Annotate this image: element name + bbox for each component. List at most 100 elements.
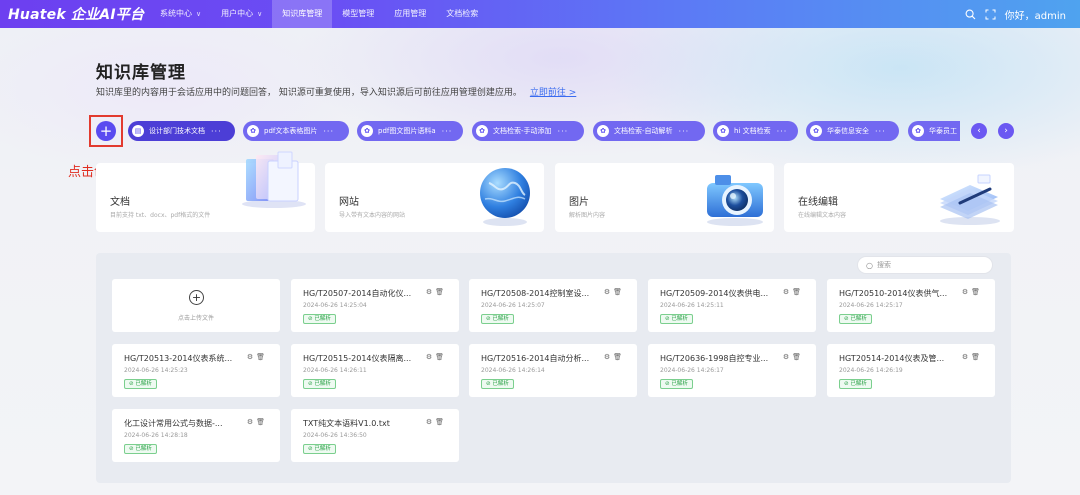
file-card[interactable]: HG/T20508-2014控制室设... ⚙🗑 2024-06-26 14:2…	[469, 279, 637, 332]
trash-icon[interactable]: 🗑	[792, 353, 804, 361]
nav-system-center[interactable]: 系统中心 ∨	[150, 0, 211, 28]
kb-icon: ✿	[476, 125, 488, 137]
file-time: 2024-06-26 14:25:04	[303, 302, 367, 309]
source-card-title: 图片	[569, 197, 589, 208]
settings-icon[interactable]: ⚙	[604, 288, 613, 296]
settings-icon[interactable]: ⚙	[426, 418, 435, 426]
settings-icon[interactable]: ⚙	[426, 288, 435, 296]
source-card-image[interactable]: 图片 解析图片内容	[555, 163, 774, 232]
source-card-website[interactable]: 网站 导入带有文本内容的网站	[325, 163, 544, 232]
book-icon: ▤	[132, 125, 144, 137]
file-name: HG/T20516-2014自动分析...	[481, 354, 590, 363]
more-icon[interactable]: ···	[875, 127, 886, 136]
trash-icon[interactable]: 🗑	[613, 353, 625, 361]
file-actions: ⚙🗑	[604, 288, 625, 296]
more-icon[interactable]: ···	[211, 127, 222, 136]
trash-icon[interactable]: 🗑	[435, 288, 447, 296]
trash-icon[interactable]: 🗑	[256, 418, 268, 426]
trash-icon[interactable]: 🗑	[971, 288, 983, 296]
user-greeting[interactable]: 你好，admin	[1005, 7, 1066, 22]
main-nav: 系统中心 ∨ 用户中心 ∨ 知识库管理 模型管理 应用管理 文档检索	[150, 0, 488, 28]
search-icon[interactable]	[965, 8, 977, 20]
file-time: 2024-06-26 14:25:07	[481, 302, 545, 309]
kb-chip[interactable]: ▤ 设计部门技术文档 ···	[128, 121, 235, 141]
file-card[interactable]: HG/T20515-2014仪表隔离... ⚙🗑 2024-06-26 14:2…	[291, 344, 459, 397]
more-icon[interactable]: ···	[323, 127, 334, 136]
file-card[interactable]: HG/T20510-2014仪表供气... ⚙🗑 2024-06-26 14:2…	[827, 279, 995, 332]
settings-icon[interactable]: ⚙	[426, 353, 435, 361]
settings-icon[interactable]: ⚙	[783, 353, 792, 361]
file-card[interactable]: HG/T20513-2014仪表系统... ⚙🗑 2024-06-26 14:2…	[112, 344, 280, 397]
file-actions: ⚙🗑	[604, 353, 625, 361]
status-badge: ⊘ 已解析	[481, 379, 514, 389]
file-name: HG/T20508-2014控制室设...	[481, 289, 590, 298]
file-time: 2024-06-26 14:26:19	[839, 367, 903, 374]
document-stack-icon	[242, 151, 306, 208]
kb-chip[interactable]: ✿ 文档检索-自动解析 ···	[593, 121, 705, 141]
search-icon: ○	[866, 260, 873, 270]
file-time: 2024-06-26 14:26:17	[660, 367, 724, 374]
more-icon[interactable]: ···	[442, 127, 453, 136]
kb-chip[interactable]: ✿ pdf图文图片语料a ···	[357, 121, 463, 141]
kb-icon: ✿	[361, 125, 373, 137]
kb-chip[interactable]: ✿ hi 文档检索 ···	[713, 121, 798, 141]
settings-icon[interactable]: ⚙	[962, 353, 971, 361]
more-icon[interactable]: ···	[558, 127, 569, 136]
file-card[interactable]: HG/T20636-1998自控专业... ⚙🗑 2024-06-26 14:2…	[648, 344, 816, 397]
nav-user-center[interactable]: 用户中心 ∨	[211, 0, 272, 28]
file-time: 2024-06-26 14:26:14	[481, 367, 545, 374]
settings-icon[interactable]: ⚙	[247, 353, 256, 361]
kb-chip[interactable]: ✿ 华泰信息安全 ···	[806, 121, 899, 141]
file-card[interactable]: HGT20514-2014仪表及管... ⚙🗑 2024-06-26 14:26…	[827, 344, 995, 397]
settings-icon[interactable]: ⚙	[247, 418, 256, 426]
kb-chip[interactable]: ✿ 文档检索-手动添加 ···	[472, 121, 584, 141]
file-actions: ⚙🗑	[783, 353, 804, 361]
settings-icon[interactable]: ⚙	[783, 288, 792, 296]
settings-icon[interactable]: ⚙	[604, 353, 613, 361]
file-time: 2024-06-26 14:26:11	[303, 367, 367, 374]
kb-chip[interactable]: ✿ pdf文本表格图片 ···	[243, 121, 349, 141]
trash-icon[interactable]: 🗑	[792, 288, 804, 296]
chips-next-button[interactable]: ›	[998, 123, 1014, 139]
trash-icon[interactable]: 🗑	[435, 353, 447, 361]
file-name: HG/T20515-2014仪表隔离...	[303, 354, 412, 363]
trash-icon[interactable]: 🗑	[971, 353, 983, 361]
file-card[interactable]: TXT纯文本语料V1.0.txt ⚙🗑 2024-06-26 14:36:50 …	[291, 409, 459, 462]
more-icon[interactable]: ···	[777, 127, 788, 136]
file-name: HG/T20509-2014仪表供电...	[660, 289, 769, 298]
trash-icon[interactable]: 🗑	[613, 288, 625, 296]
settings-icon[interactable]: ⚙	[962, 288, 971, 296]
file-card[interactable]: 化工设计常用公式与数据-... ⚙🗑 2024-06-26 14:28:18 ⊘…	[112, 409, 280, 462]
file-name: HGT20514-2014仪表及管...	[839, 354, 945, 363]
create-knowledge-base-button[interactable]: +	[89, 115, 123, 147]
kb-icon: ✿	[717, 125, 729, 137]
file-card[interactable]: HG/T20507-2014自动化仪... ⚙🗑 2024-06-26 14:2…	[291, 279, 459, 332]
kb-icon: ✿	[247, 125, 259, 137]
kb-chip[interactable]: ✿ 华泰员工	[908, 121, 960, 141]
source-card-title: 文档	[110, 197, 130, 208]
status-badge: ⊘ 已解析	[660, 314, 693, 324]
nav-model-management[interactable]: 模型管理	[332, 0, 384, 28]
file-card[interactable]: HG/T20516-2014自动分析... ⚙🗑 2024-06-26 14:2…	[469, 344, 637, 397]
status-badge: ⊘ 已解析	[303, 444, 336, 454]
file-search-input[interactable]: ○ 搜索	[857, 256, 993, 274]
plus-icon: +	[96, 121, 116, 141]
more-icon[interactable]: ···	[679, 127, 690, 136]
file-card[interactable]: HG/T20509-2014仪表供电... ⚙🗑 2024-06-26 14:2…	[648, 279, 816, 332]
file-actions: ⚙🗑	[426, 353, 447, 361]
trash-icon[interactable]: 🗑	[256, 353, 268, 361]
go-now-link[interactable]: 立即前往 >	[530, 88, 576, 98]
nav-app-management[interactable]: 应用管理	[384, 0, 436, 28]
chips-prev-button[interactable]: ‹	[971, 123, 987, 139]
fullscreen-icon[interactable]	[985, 8, 997, 20]
nav-document-search[interactable]: 文档检索	[436, 0, 488, 28]
status-badge: ⊘ 已解析	[481, 314, 514, 324]
page-description: 知识库里的内容用于会话应用中的问题回答， 知识源可重复使用，导入知识源后可前往应…	[96, 88, 577, 98]
source-card-title: 在线编辑	[798, 197, 838, 208]
trash-icon[interactable]: 🗑	[435, 418, 447, 426]
nav-knowledge-base[interactable]: 知识库管理	[272, 0, 333, 28]
status-badge: ⊘ 已解析	[303, 314, 336, 324]
source-card-online-edit[interactable]: 在线编辑 在线编辑文本内容	[784, 163, 1014, 232]
source-card-document[interactable]: 文档 目前支持 txt、docx、pdf格式的文件	[96, 151, 315, 232]
upload-file-card[interactable]: + 点击上传文件	[112, 279, 280, 332]
